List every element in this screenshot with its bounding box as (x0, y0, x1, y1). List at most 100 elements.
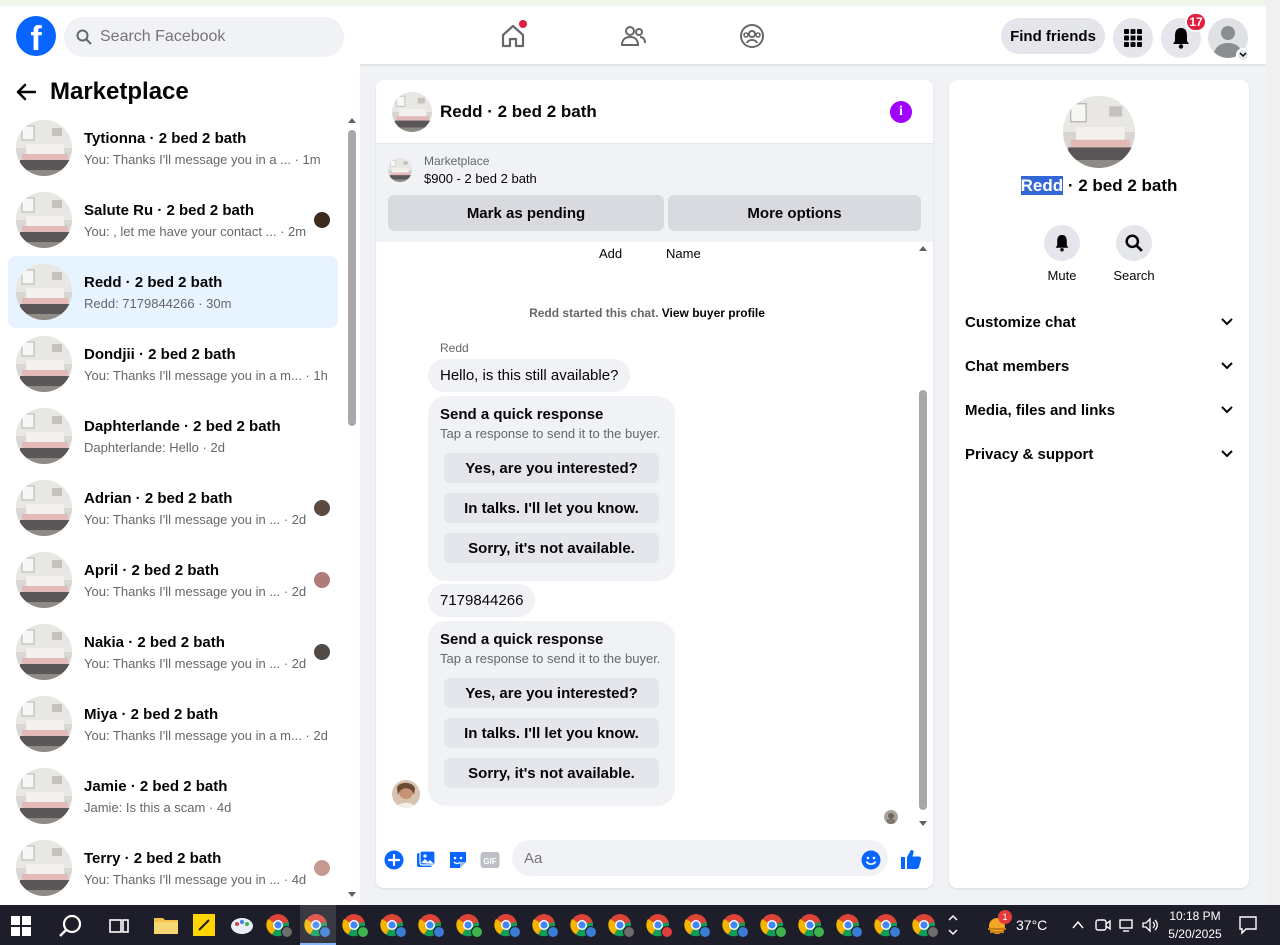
sticky-notes-icon[interactable] (190, 911, 218, 939)
seen-avatar (314, 860, 330, 876)
conversation-row[interactable]: Dondjii · 2 bed 2 bath You: Thanks I'll m… (8, 328, 338, 400)
chrome-browser-icon[interactable] (798, 911, 826, 939)
emoji-icon[interactable] (861, 850, 881, 870)
chrome-browser-icon[interactable] (874, 911, 902, 939)
media-files-links-section[interactable]: Media, files and links (965, 388, 1233, 432)
conversation-row[interactable]: Daphterlande · 2 bed 2 bath Daphterlande:… (8, 400, 338, 472)
taskbar-overflow-icon[interactable] (946, 911, 960, 939)
notifications-button[interactable]: 17 (1161, 12, 1207, 58)
chrome-browser-icon[interactable] (418, 911, 446, 939)
more-options-button[interactable]: More options (668, 195, 921, 231)
conversation-row[interactable]: April · 2 bed 2 bath You: Thanks I'll mes… (8, 544, 338, 616)
conversation-row[interactable]: Adrian · 2 bed 2 bath You: Thanks I'll me… (8, 472, 338, 544)
quick-response-option[interactable]: Sorry, it's not available. (444, 758, 659, 788)
mute-action[interactable]: Mute (1032, 225, 1092, 283)
customize-chat-section[interactable]: Customize chat (965, 300, 1233, 344)
chrome-browser-icon[interactable] (266, 911, 294, 939)
listing-thumbnail (16, 192, 72, 248)
menu-button[interactable] (1113, 18, 1153, 58)
conversation-row[interactable]: Terry · 2 bed 2 bath You: Thanks I'll mes… (8, 832, 338, 904)
photo-icon[interactable] (416, 850, 436, 870)
conversation-preview: You: Thanks I'll message you in a ... · … (84, 151, 321, 167)
page-scrollbar[interactable] (1266, 0, 1280, 905)
file-explorer-icon[interactable] (152, 911, 180, 939)
chrome-browser-icon[interactable] (570, 911, 598, 939)
quick-response-option[interactable]: In talks. I'll let you know. (444, 493, 659, 523)
quick-response-option[interactable]: Yes, are you interested? (444, 453, 659, 483)
taskbar-search-icon[interactable] (58, 913, 84, 939)
sticker-icon[interactable] (448, 850, 468, 870)
chat-members-section[interactable]: Chat members (965, 344, 1233, 388)
info-icon[interactable]: i (890, 101, 912, 123)
network-icon[interactable] (1118, 917, 1136, 933)
home-nav-button[interactable] (493, 18, 533, 54)
chrome-browser-icon[interactable] (532, 911, 560, 939)
quick-response-option[interactable]: Yes, are you interested? (444, 678, 659, 708)
friends-nav-button[interactable] (613, 18, 653, 54)
groups-nav-button[interactable] (732, 18, 772, 54)
conversation-row[interactable]: Redd · 2 bed 2 bath Redd: 7179844266 · 30… (8, 256, 338, 328)
quick-response-card: Send a quick response Tap a response to … (428, 621, 675, 806)
listing-thumbnail (16, 696, 72, 752)
search-input[interactable] (100, 28, 320, 46)
view-buyer-profile-link[interactable]: View buyer profile (662, 306, 765, 320)
quick-response-option[interactable]: In talks. I'll let you know. (444, 718, 659, 748)
chat-title[interactable]: Redd · 2 bed 2 bath (440, 102, 597, 122)
listing-thumbnail (16, 768, 72, 824)
plus-circle-icon[interactable] (384, 850, 404, 870)
quick-response-subtitle: Tap a response to send it to the buyer. (440, 651, 661, 666)
chrome-browser-icon[interactable] (684, 911, 712, 939)
conversation-title: Nakia · 2 bed 2 bath (84, 633, 225, 651)
mark-as-pending-button[interactable]: Mark as pending (388, 195, 664, 231)
clock-date[interactable]: 5/20/2025 (1164, 927, 1226, 941)
conversation-title: Dondjii · 2 bed 2 bath (84, 345, 236, 363)
chrome-browser-icon[interactable] (380, 911, 408, 939)
search-label: Search (1113, 268, 1155, 283)
chrome-browser-icon[interactable] (342, 911, 370, 939)
top-navigation-bar: f Find friends 17 (0, 0, 1266, 64)
conversation-row[interactable]: Jamie · 2 bed 2 bath Jamie: Is this a sca… (8, 760, 338, 832)
message-composer: GIF (376, 838, 933, 882)
chrome-browser-icon[interactable] (760, 911, 788, 939)
listing-info[interactable]: Marketplace $900 - 2 bed 2 bath (388, 154, 537, 186)
chrome-browser-icon[interactable] (494, 911, 522, 939)
privacy-support-section[interactable]: Privacy & support (965, 432, 1233, 476)
volume-icon[interactable] (1141, 917, 1159, 933)
chat-header-thumbnail[interactable] (392, 91, 432, 132)
chevron-up-icon[interactable] (1070, 917, 1086, 933)
conversation-row[interactable]: Miya · 2 bed 2 bath You: Thanks I'll mess… (8, 688, 338, 760)
search-box[interactable] (64, 17, 344, 57)
chat-panel: Redd · 2 bed 2 bath i Marketplace $900 -… (376, 80, 933, 888)
search-action[interactable]: Search (1104, 225, 1164, 283)
conversation-row[interactable]: Tytionna · 2 bed 2 bath You: Thanks I'll … (8, 112, 338, 184)
windows-start-icon[interactable] (10, 915, 32, 937)
chrome-browser-icon[interactable] (608, 911, 636, 939)
quick-response-option[interactable]: Sorry, it's not available. (444, 533, 659, 563)
inbox-title: Marketplace (50, 78, 189, 105)
thread-scrollbar[interactable] (918, 244, 928, 828)
grid-menu-icon (1124, 29, 1142, 47)
conversation-row[interactable]: Salute Ru · 2 bed 2 bath You: , let me ha… (8, 184, 338, 256)
account-chevron-icon[interactable] (1236, 48, 1250, 62)
conversation-avatar[interactable] (1063, 96, 1135, 168)
facebook-logo[interactable]: f (16, 16, 56, 56)
conversation-row[interactable]: Nakia · 2 bed 2 bath You: Thanks I'll mes… (8, 616, 338, 688)
chat-started-notice: Redd started this chat. View buyer profi… (376, 306, 918, 320)
sender-avatar[interactable] (392, 780, 420, 808)
chrome-browser-icon[interactable] (836, 911, 864, 939)
task-view-icon[interactable] (108, 915, 130, 937)
chrome-browser-icon[interactable] (646, 911, 674, 939)
chrome-browser-icon[interactable] (722, 911, 750, 939)
chrome-browser-icon[interactable] (456, 911, 484, 939)
back-arrow-icon[interactable] (16, 83, 36, 101)
inbox-scrollbar[interactable] (346, 114, 356, 899)
find-friends-button[interactable]: Find friends (1001, 18, 1105, 54)
thumbs-up-icon[interactable] (900, 848, 922, 870)
chrome-browser-icon[interactable] (912, 911, 940, 939)
gif-icon[interactable]: GIF (480, 850, 500, 870)
message-input[interactable] (512, 840, 888, 876)
meet-now-icon[interactable] (1094, 917, 1112, 933)
notification-center-icon[interactable] (1238, 915, 1258, 935)
clock-time[interactable]: 10:18 PM (1164, 909, 1226, 923)
paint-app-icon[interactable] (228, 911, 256, 939)
